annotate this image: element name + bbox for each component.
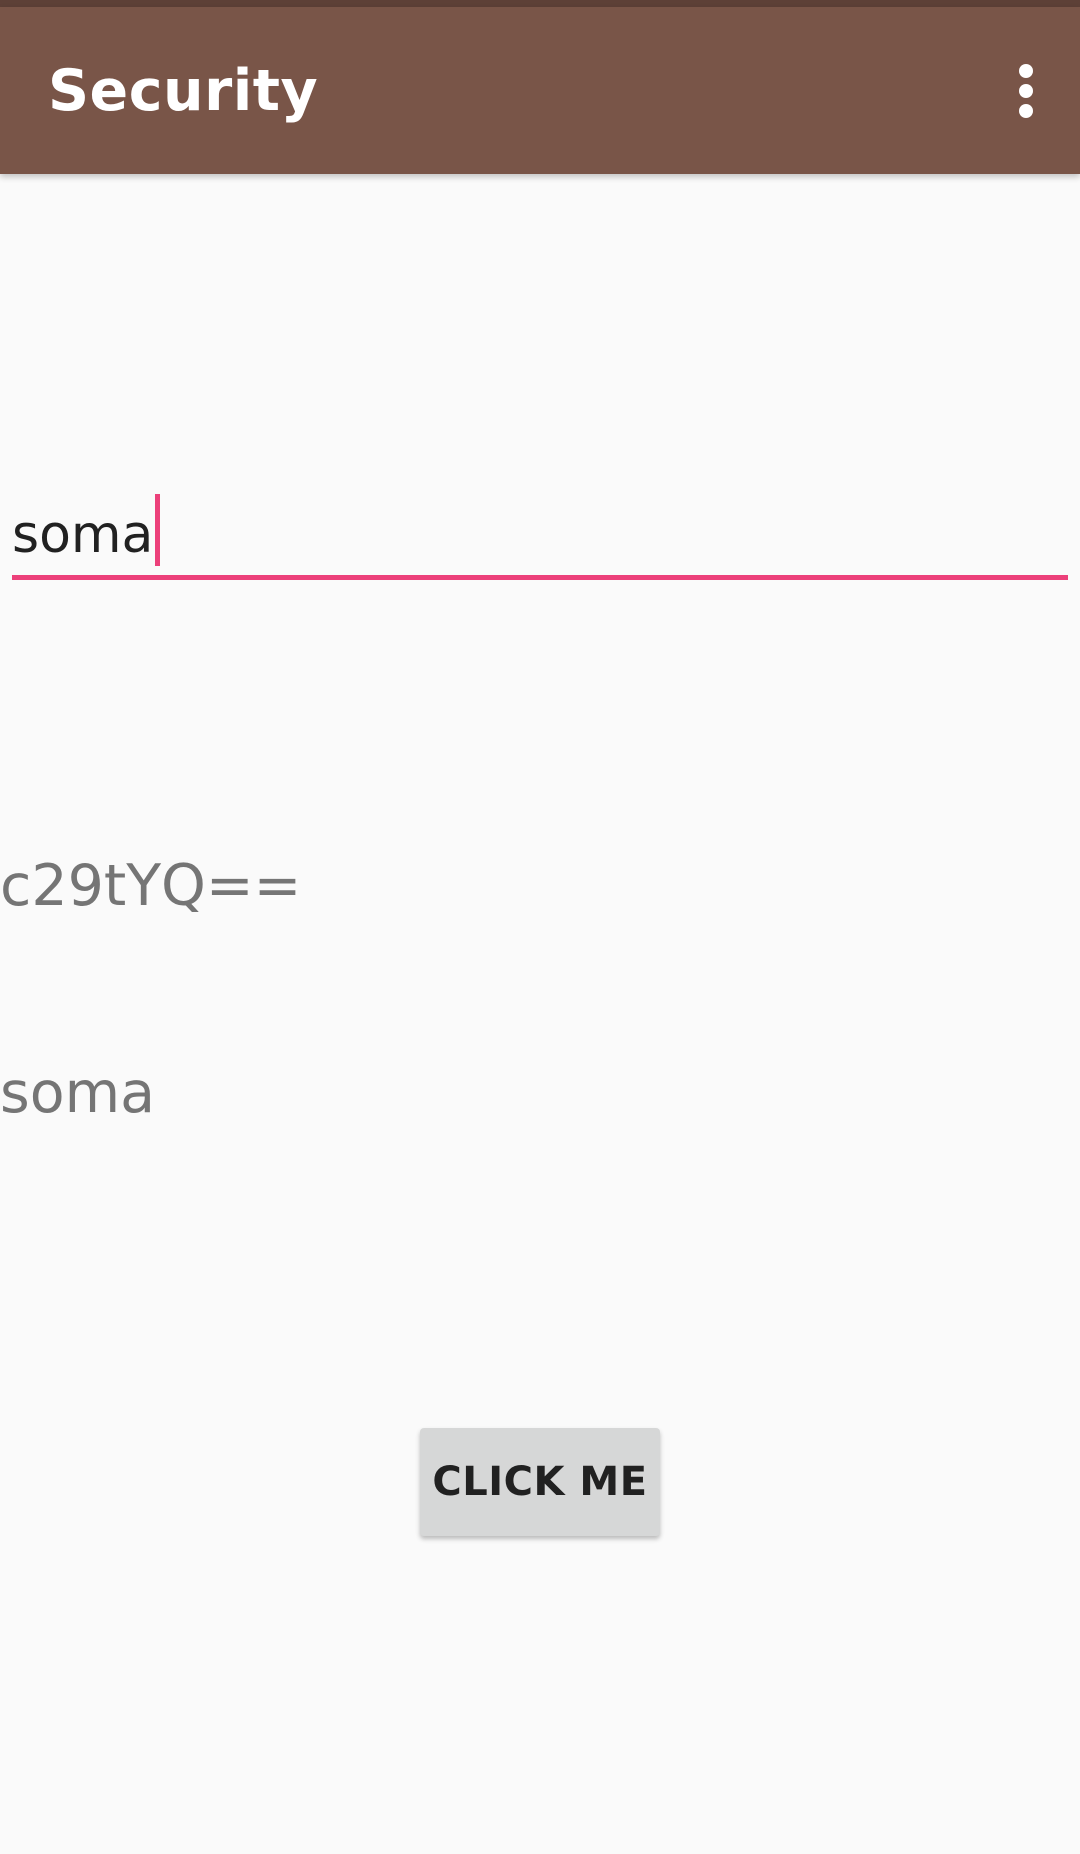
decoded-output-text: soma bbox=[0, 1060, 156, 1126]
input-underline bbox=[12, 575, 1068, 580]
more-vert-icon bbox=[1019, 63, 1033, 118]
app-title: Security bbox=[48, 57, 319, 124]
status-bar-strip bbox=[0, 0, 1080, 7]
encoded-output-text: c29tYQ== bbox=[0, 853, 302, 919]
text-caret bbox=[155, 494, 161, 566]
click-me-button[interactable]: CLICK ME bbox=[420, 1428, 660, 1536]
overflow-menu-button[interactable] bbox=[982, 47, 1070, 135]
input-value-text: soma bbox=[12, 505, 154, 565]
app-bar: Security bbox=[0, 7, 1080, 174]
text-input-field[interactable]: soma bbox=[12, 478, 1068, 580]
